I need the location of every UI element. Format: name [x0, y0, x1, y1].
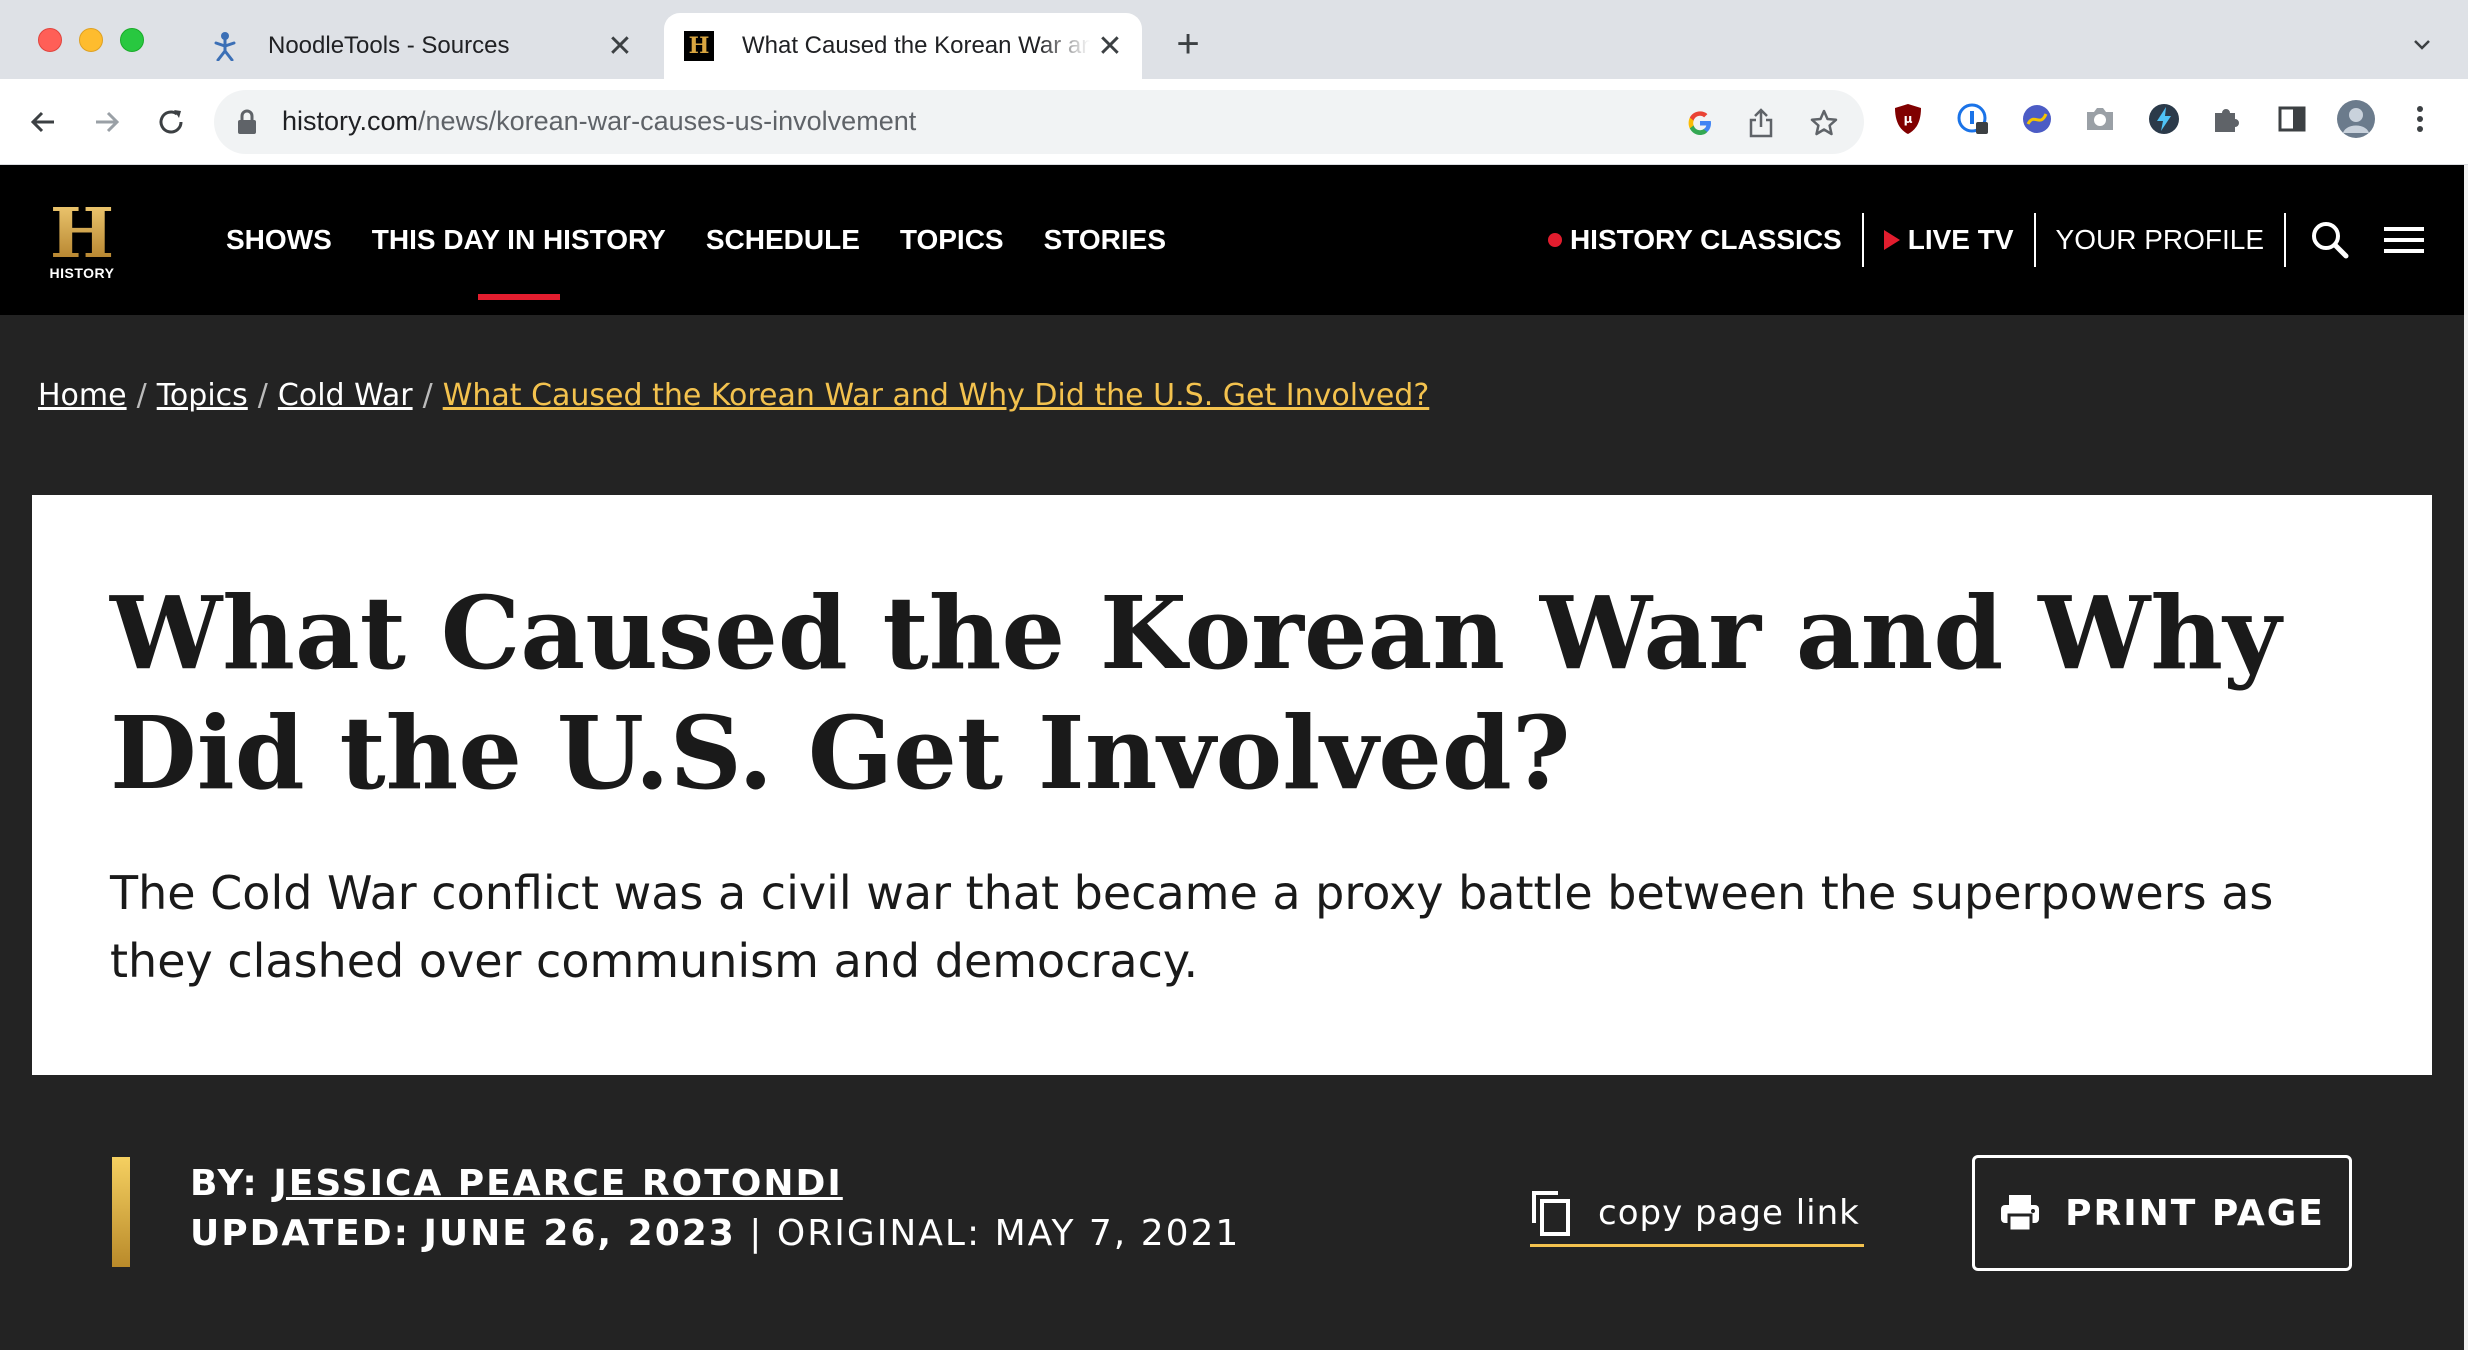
- lightning-extension-icon[interactable]: [2144, 99, 2184, 139]
- window-zoom-button[interactable]: [120, 28, 144, 52]
- address-bar[interactable]: history.com/news/korean-war-causes-us-in…: [214, 90, 1864, 154]
- logo-wordmark: HISTORY: [49, 265, 115, 281]
- main-nav: SHOWS THIS DAY IN HISTORY SCHEDULE TOPIC…: [226, 165, 1206, 315]
- tab-history-article[interactable]: H What Caused the Korean War and Why Did…: [664, 13, 1142, 79]
- browser-menu-icon[interactable]: [2400, 99, 2440, 139]
- divider: [2033, 213, 2036, 267]
- article-dek: The Cold War conflict was a civil war th…: [110, 866, 2274, 988]
- divider: [2284, 213, 2286, 267]
- svg-text:H: H: [50, 199, 114, 265]
- bookmark-star-icon[interactable]: [1807, 106, 1841, 140]
- divider: [1861, 213, 1864, 267]
- noodletools-icon: [210, 31, 240, 61]
- breadcrumb-topics[interactable]: Topics: [157, 378, 248, 413]
- original-label: ORIGINAL:: [776, 1213, 982, 1254]
- nav-topics[interactable]: TOPICS: [900, 224, 1004, 256]
- breadcrumb-separator: /: [136, 378, 147, 413]
- copy-page-link-button[interactable]: copy page link: [1530, 1181, 1864, 1247]
- window-edge: [2464, 165, 2468, 1350]
- nav-stories[interactable]: STORIES: [1044, 224, 1166, 256]
- tab-noodletools[interactable]: NoodleTools - Sources ✕: [190, 13, 652, 79]
- browser-tab-strip: NoodleTools - Sources ✕ H What Caused th…: [0, 0, 2468, 79]
- your-profile-link[interactable]: YOUR PROFILE: [2056, 224, 2264, 256]
- svg-text:μ: μ: [1904, 112, 1913, 126]
- breadcrumb-current-article[interactable]: What Caused the Korean War and Why Did t…: [443, 378, 1430, 413]
- breadcrumb-cold-war[interactable]: Cold War: [278, 378, 413, 413]
- search-icon[interactable]: [2306, 216, 2354, 264]
- close-tab-icon[interactable]: ✕: [1090, 26, 1130, 66]
- print-page-label: PRINT PAGE: [2065, 1192, 2325, 1234]
- hamburger-menu-icon[interactable]: [2380, 216, 2428, 264]
- password-manager-extension-icon[interactable]: [1953, 99, 1993, 139]
- profile-avatar[interactable]: [2336, 99, 2376, 139]
- copy-page-link-label: copy page link: [1598, 1192, 1860, 1233]
- svg-text:H: H: [689, 33, 710, 59]
- share-icon[interactable]: [1744, 106, 1778, 140]
- close-tab-icon[interactable]: ✕: [600, 26, 640, 66]
- back-arrow-icon[interactable]: [20, 99, 66, 145]
- chevron-down-icon[interactable]: [2404, 26, 2440, 62]
- print-page-button[interactable]: PRINT PAGE: [1972, 1155, 2352, 1271]
- window-close-button[interactable]: [38, 28, 62, 52]
- window-minimize-button[interactable]: [79, 28, 103, 52]
- history-classics-link[interactable]: HISTORY CLASSICS: [1547, 224, 1842, 256]
- article-meta: BY: JESSICA PEARCE ROTONDI UPDATED: JUNE…: [0, 1075, 2468, 1350]
- play-icon: [1883, 230, 1900, 250]
- history-logo[interactable]: H HISTORY: [46, 194, 118, 285]
- copy-icon: [1530, 1189, 1572, 1237]
- tab-title: What Caused the Korean War and Why Did t…: [742, 32, 1090, 59]
- new-tab-button[interactable]: +: [1166, 22, 1210, 66]
- by-label: BY:: [190, 1163, 259, 1204]
- article-headline: What Caused the Korean War and Why Did t…: [110, 574, 2282, 812]
- camera-icon[interactable]: [2080, 99, 2120, 139]
- forward-arrow-icon[interactable]: [84, 99, 130, 145]
- article-hero-card: What Caused the Korean War and Why Did t…: [32, 495, 2432, 1075]
- lock-icon[interactable]: [236, 108, 258, 141]
- reload-icon[interactable]: [148, 99, 194, 145]
- nav-shows[interactable]: SHOWS: [226, 224, 332, 256]
- nav-schedule[interactable]: SCHEDULE: [706, 224, 860, 256]
- google-icon[interactable]: [1683, 106, 1717, 140]
- site-header: H HISTORY SHOWS THIS DAY IN HISTORY SCHE…: [0, 165, 2468, 315]
- date-separator: |: [749, 1213, 764, 1254]
- history-favicon: H: [684, 31, 714, 61]
- nav-this-day-in-history[interactable]: THIS DAY IN HISTORY: [372, 224, 666, 300]
- side-panel-icon[interactable]: [2272, 99, 2312, 139]
- url-text: history.com/news/korean-war-causes-us-in…: [282, 106, 917, 136]
- printer-icon: [1999, 1193, 2041, 1233]
- live-tv-link[interactable]: LIVE TV: [1883, 224, 2014, 256]
- breadcrumb: Home / Topics / Cold War / What Caused t…: [38, 378, 1429, 413]
- article-dates: UPDATED: JUNE 26, 2023 | ORIGINAL: MAY 7…: [190, 1213, 1240, 1254]
- utility-nav: HISTORY CLASSICS LIVE TV YOUR PROFILE: [1547, 165, 2468, 315]
- gold-accent-bar: [112, 1157, 130, 1267]
- ublock-extension-icon[interactable]: μ: [1888, 99, 1928, 139]
- red-dot-icon: [1547, 233, 1562, 247]
- author-link[interactable]: JESSICA PEARCE ROTONDI: [273, 1163, 842, 1204]
- breadcrumb-home[interactable]: Home: [38, 378, 127, 413]
- breadcrumb-separator: /: [257, 378, 268, 413]
- browser-toolbar: history.com/news/korean-war-causes-us-in…: [0, 79, 2468, 227]
- extensions-puzzle-icon[interactable]: [2207, 99, 2247, 139]
- original-date: MAY 7, 2021: [994, 1213, 1241, 1254]
- updated-label: UPDATED:: [190, 1213, 410, 1254]
- tab-title: NoodleTools - Sources: [268, 32, 510, 59]
- byline: BY: JESSICA PEARCE ROTONDI: [190, 1163, 843, 1204]
- updated-date: JUNE 26, 2023: [423, 1213, 736, 1254]
- breadcrumb-separator: /: [422, 378, 433, 413]
- translate-extension-icon[interactable]: [2017, 99, 2057, 139]
